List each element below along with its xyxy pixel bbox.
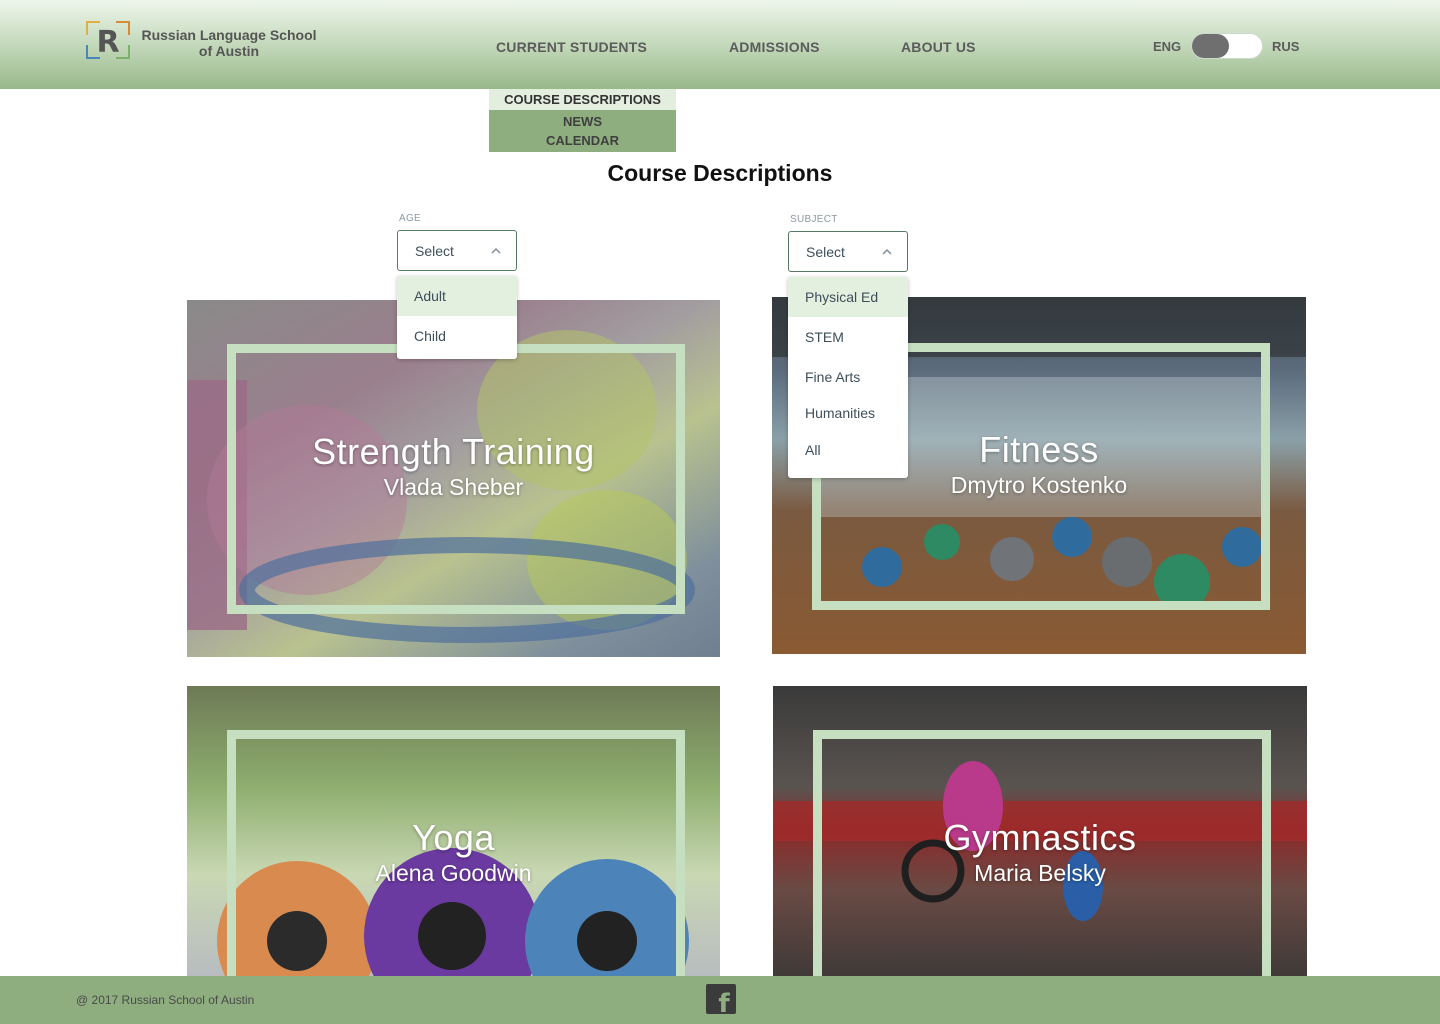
school-name[interactable]: Russian Language School of Austin: [140, 27, 318, 59]
subject-label: SUBJECT: [790, 214, 838, 225]
subject-option-stem[interactable]: STEM: [788, 317, 908, 357]
subject-option-fine-arts[interactable]: Fine Arts: [788, 357, 908, 397]
svg-text:R: R: [96, 25, 119, 59]
course-card-gymnastics[interactable]: Gymnastics Maria Belsky: [773, 686, 1307, 976]
lang-rus-label: RUS: [1272, 39, 1300, 54]
site-footer: @ 2017 Russian School of Austin f: [0, 976, 1440, 1024]
school-name-line1: Russian Language School: [141, 27, 317, 43]
subject-select[interactable]: Select: [788, 231, 908, 272]
subject-select-value: Select: [806, 244, 845, 260]
language-toggle-knob: [1192, 34, 1229, 58]
course-title: Strength Training: [312, 431, 595, 472]
school-logo-icon[interactable]: R: [86, 21, 130, 59]
chevron-up-icon: [491, 247, 501, 254]
nav-current-students[interactable]: CURRENT STUDENTS: [496, 39, 647, 55]
course-instructor: Maria Belsky: [974, 860, 1106, 886]
course-instructor: Vlada Sheber: [383, 474, 524, 500]
submenu-calendar[interactable]: CALENDAR: [489, 133, 676, 148]
age-select[interactable]: Select: [397, 230, 517, 271]
course-instructor: Alena Goodwin: [375, 860, 532, 886]
facebook-icon[interactable]: f: [706, 984, 736, 1019]
age-select-value: Select: [415, 243, 454, 259]
course-title: Yoga: [412, 817, 495, 858]
age-dropdown: Adult Child: [397, 276, 517, 359]
submenu-news[interactable]: NEWS: [489, 114, 676, 129]
school-name-line2: of Austin: [198, 43, 260, 59]
age-label: AGE: [399, 213, 422, 224]
chevron-up-icon: [882, 248, 892, 255]
subject-option-physical-ed[interactable]: Physical Ed: [788, 277, 908, 317]
lang-eng-label: ENG: [1153, 39, 1182, 54]
nav-about-us[interactable]: ABOUT US: [901, 39, 976, 55]
course-title: Gymnastics: [943, 817, 1137, 858]
submenu-course-descriptions[interactable]: COURSE DESCRIPTIONS: [489, 89, 676, 110]
facebook-glyph: f: [718, 989, 730, 1019]
page-title: Course Descriptions: [607, 160, 833, 186]
current-students-submenu: COURSE DESCRIPTIONS NEWS CALENDAR: [489, 89, 676, 152]
svg-text:f: f: [718, 989, 730, 1014]
language-toggle[interactable]: [1191, 33, 1263, 59]
course-card-yoga[interactable]: Yoga Alena Goodwin: [187, 686, 720, 976]
age-option-adult[interactable]: Adult: [397, 276, 517, 316]
site-header: R Russian Language School of Austin CURR…: [0, 0, 1440, 89]
subject-option-humanities[interactable]: Humanities: [788, 395, 908, 432]
age-option-child[interactable]: Child: [397, 316, 517, 356]
subject-dropdown: Physical Ed STEM Fine Arts Humanities Al…: [788, 277, 908, 478]
nav-admissions[interactable]: ADMISSIONS: [729, 39, 820, 55]
copyright-text: @ 2017 Russian School of Austin: [76, 993, 255, 1007]
subject-option-all[interactable]: All: [788, 432, 908, 468]
